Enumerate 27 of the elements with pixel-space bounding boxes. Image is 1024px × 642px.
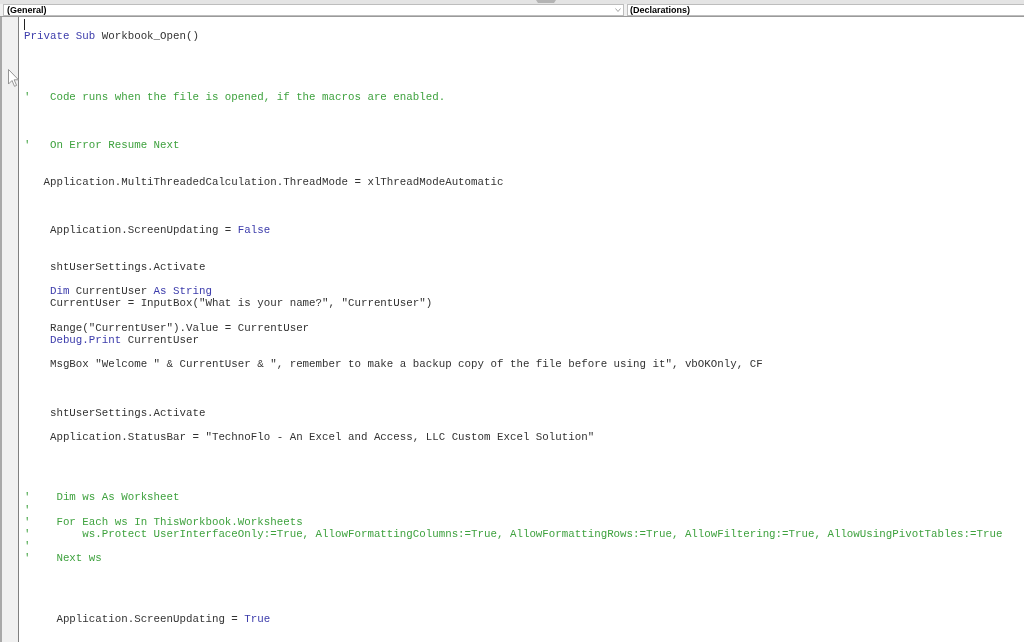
code-line: Application.MultiThreadedCalculation.ThreadMode = xlThreadModeAutomatic	[42, 175, 504, 188]
code-comment: ' Code runs when the file is opened, if the macros are enabled.	[24, 90, 446, 103]
code-comment: '	[24, 503, 31, 516]
code-comment: ' ws.Protect UserInterfaceOnly:=True, AllowFormattingColumns:=True, AllowFormattingRows:=True, AllowFiltering:=True, AllowUsingPivotTables:=True	[24, 527, 1003, 541]
object-dropdown[interactable]: (General)	[3, 4, 624, 16]
code-line: Range("CurrentUser").Value = CurrentUser	[48, 321, 310, 334]
code-comment: '	[24, 540, 31, 553]
mouse-pointer-icon	[8, 69, 19, 87]
grip-icon[interactable]	[536, 0, 556, 3]
code-comment: ' For Each ws In ThisWorkbook.Worksheets	[24, 515, 303, 528]
code-comment: ' Dim ws As Worksheet	[24, 491, 180, 504]
code-line: Application.ScreenUpdating = False	[48, 224, 271, 237]
code-line: Private Sub Workbook_Open()	[24, 30, 199, 43]
code-line: CurrentUser = InputBox("What is your name?", "CurrentUser")	[48, 297, 433, 310]
code-line: MsgBox "Welcome " & CurrentUser & ", remember to make a backup copy of the file before using it", vbOKOnly, CF	[48, 357, 763, 371]
code-line: Debug.Print CurrentUser	[48, 333, 199, 346]
procedure-dropdown[interactable]: (Declarations)	[627, 4, 1024, 16]
code-line: shtUserSettings.Activate	[48, 406, 206, 419]
chevron-down-icon	[615, 8, 621, 12]
code-line: Application.ScreenUpdating = True	[55, 612, 271, 626]
indicator-margin[interactable]	[0, 17, 19, 642]
code-comment: ' On Error Resume Next	[24, 139, 180, 152]
code-line: Dim CurrentUser As String	[48, 285, 212, 298]
code-line: shtUserSettings.Activate	[48, 260, 206, 273]
code-line: Application.StatusBar = "TechnoFlo - An Excel and Access, LLC Custom Excel Solution"	[48, 430, 595, 443]
text-cursor	[24, 18, 25, 30]
code-comment: ' Next ws	[24, 552, 102, 565]
